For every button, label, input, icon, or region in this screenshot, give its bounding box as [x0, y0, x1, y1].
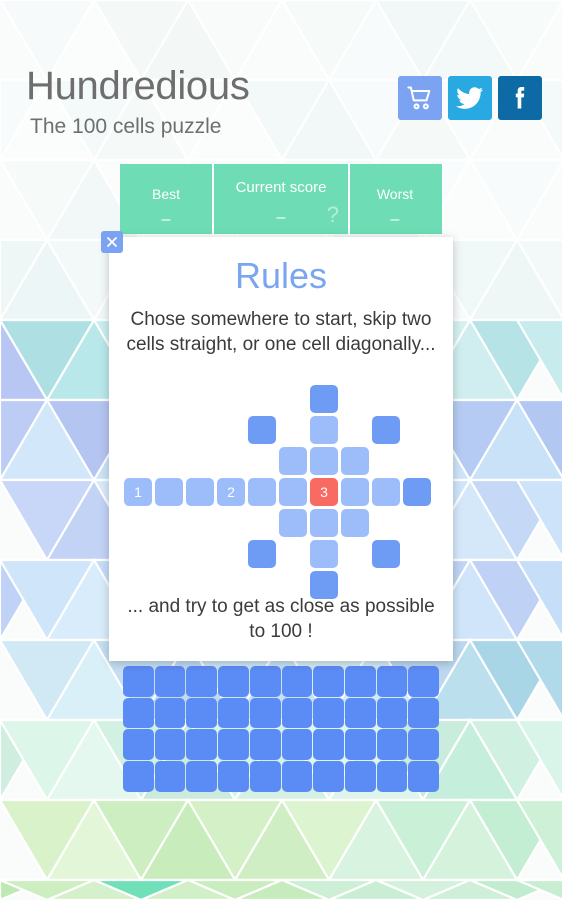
board-cell[interactable]	[186, 697, 218, 729]
diagram-cell	[279, 447, 307, 475]
board-cell[interactable]	[376, 761, 408, 792]
facebook-icon[interactable]	[498, 76, 542, 120]
diagram-cell: 1	[124, 478, 152, 506]
page-title: Hundredious	[26, 64, 250, 108]
score-current-label: Current score	[235, 179, 327, 196]
board-cell[interactable]	[376, 697, 408, 729]
title-block: Hundredious The 100 cells puzzle	[26, 66, 250, 137]
diagram-cell	[310, 385, 338, 413]
diagram-cell-label: 1	[134, 484, 142, 500]
board-cell[interactable]	[344, 729, 376, 761]
score-best-value: –	[161, 211, 171, 228]
score-best-label: Best	[151, 186, 180, 202]
help-icon[interactable]: ?	[327, 204, 339, 226]
social-links	[398, 76, 542, 120]
board-cell[interactable]	[313, 697, 344, 729]
board-cell[interactable]	[344, 761, 376, 792]
diagram-cell	[310, 447, 338, 475]
board-cell[interactable]	[408, 729, 440, 761]
board-cell[interactable]	[218, 729, 249, 761]
board-cell[interactable]	[376, 666, 408, 697]
board-cell[interactable]	[249, 761, 281, 792]
board-cell[interactable]	[408, 666, 440, 697]
diagram-cell	[310, 416, 338, 444]
board-cell[interactable]	[186, 729, 218, 761]
board-cell[interactable]	[249, 729, 281, 761]
diagram-cell: 2	[217, 478, 245, 506]
dialog-text-top: Chose somewhere to start, skip two cells…	[126, 309, 436, 355]
score-worst-value: –	[390, 211, 400, 228]
diagram-cell	[279, 478, 307, 506]
board-cell[interactable]	[154, 761, 186, 792]
board-cell[interactable]	[249, 666, 281, 697]
diagram-cell	[248, 540, 276, 568]
board-cell[interactable]	[123, 729, 154, 761]
board-cell[interactable]	[218, 666, 249, 697]
dialog-title: Rules	[234, 255, 328, 296]
diagram-cell	[341, 478, 369, 506]
diagram-cell	[341, 447, 369, 475]
board-cell[interactable]	[123, 761, 154, 792]
rules-diagram: 1 2 3	[124, 385, 438, 605]
cart-icon[interactable]	[398, 76, 442, 120]
board-cell[interactable]	[123, 697, 154, 729]
board-cell[interactable]	[186, 761, 218, 792]
diagram-cell	[186, 478, 214, 506]
dialog-text-bottom: ... and try to get as close as possible …	[127, 596, 435, 642]
score-bar: Best – Current score – ? Worst –	[120, 164, 442, 234]
diagram-cell-label: 3	[320, 484, 328, 500]
board-cell[interactable]	[154, 666, 186, 697]
diagram-cell	[372, 416, 400, 444]
score-worst-label: Worst	[376, 186, 414, 202]
board-cell[interactable]	[281, 729, 313, 761]
app-header: Hundredious The 100 cells puzzle	[0, 0, 562, 150]
score-worst: Worst –	[350, 164, 440, 234]
board-cell[interactable]	[281, 761, 313, 792]
twitter-icon[interactable]	[448, 76, 492, 120]
board-cell[interactable]	[249, 697, 281, 729]
board-cell[interactable]	[408, 761, 440, 792]
diagram-cell	[403, 478, 431, 506]
board-cell[interactable]	[281, 666, 313, 697]
board-cell[interactable]	[313, 666, 344, 697]
diagram-cell	[279, 509, 307, 537]
page-subtitle: The 100 cells puzzle	[30, 115, 222, 138]
board-cell[interactable]	[313, 761, 344, 792]
board-cell[interactable]	[154, 729, 186, 761]
diagram-cell	[248, 478, 276, 506]
board-cell[interactable]	[344, 697, 376, 729]
board-cell[interactable]	[218, 761, 249, 792]
diagram-cell	[372, 478, 400, 506]
diagram-cell: 3	[310, 478, 338, 506]
board-cell[interactable]	[186, 666, 218, 697]
board-cell[interactable]	[408, 697, 440, 729]
board-cell[interactable]	[376, 729, 408, 761]
score-best: Best –	[120, 164, 212, 234]
game-board[interactable]	[123, 666, 440, 792]
board-cell[interactable]	[344, 666, 376, 697]
diagram-cell	[155, 478, 183, 506]
board-cell[interactable]	[154, 697, 186, 729]
diagram-cell	[248, 416, 276, 444]
diagram-cell	[372, 540, 400, 568]
score-current: Current score – ?	[212, 164, 350, 234]
diagram-cell	[310, 540, 338, 568]
diagram-cell-label: 2	[227, 484, 235, 500]
board-cell[interactable]	[281, 697, 313, 729]
board-cell[interactable]	[218, 697, 249, 729]
close-icon[interactable]	[101, 231, 123, 253]
diagram-cell	[341, 509, 369, 537]
board-cell[interactable]	[123, 666, 154, 697]
rules-dialog: Rules Chose somewhere to start, skip two…	[101, 231, 453, 661]
diagram-cell	[310, 509, 338, 537]
board-cell[interactable]	[313, 729, 344, 761]
